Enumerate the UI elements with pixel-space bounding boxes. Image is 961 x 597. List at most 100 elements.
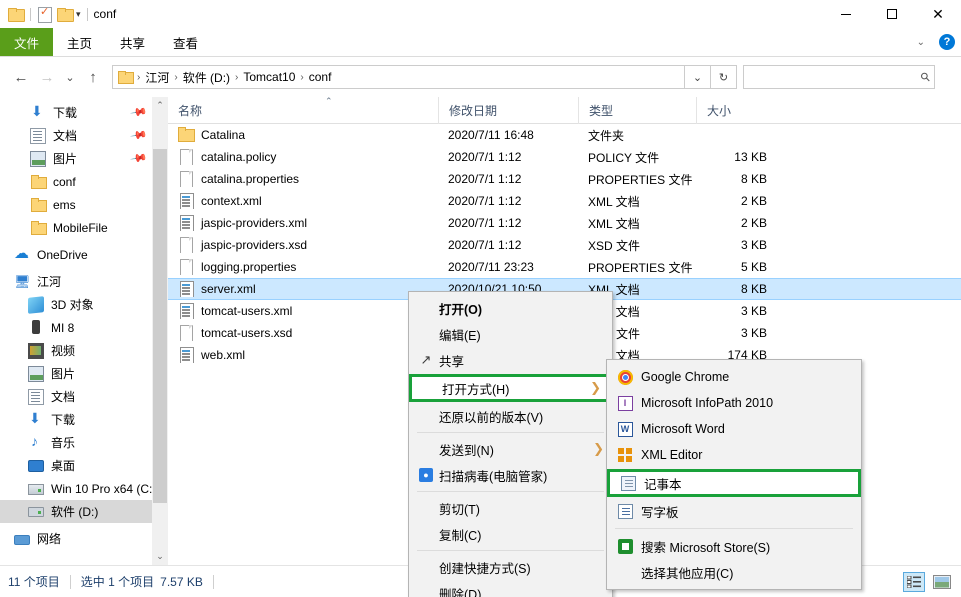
chevron-down-icon[interactable]: ▾ bbox=[76, 9, 81, 20]
sidebar-item-ems[interactable]: ems bbox=[0, 193, 168, 216]
table-row[interactable]: catalina.policy 2020/7/1 1:12 POLICY 文件 … bbox=[168, 146, 961, 168]
context-menu-item-send-to[interactable]: 发送到(N) ❯ bbox=[409, 436, 612, 462]
submenu-item-label: 写字板 bbox=[641, 505, 679, 520]
context-menu-item-label: 打开方式(H) bbox=[442, 382, 510, 397]
context-menu-item-open-with[interactable]: 打开方式(H) ❯ bbox=[409, 374, 612, 402]
context-menu-item-share[interactable]: ↗ 共享 bbox=[409, 347, 612, 373]
sidebar-item-network[interactable]: 网络 bbox=[0, 527, 168, 550]
breadcrumb-folder-icon bbox=[118, 70, 134, 84]
breadcrumb[interactable]: › 江河 › 软件 (D:) › Tomcat10 › conf bbox=[112, 65, 685, 89]
sidebar-item-downloads-quick[interactable]: 下载 📌 bbox=[0, 101, 168, 124]
context-menu-item-open[interactable]: 打开(O) bbox=[409, 295, 612, 321]
close-button[interactable]: ✕ bbox=[915, 0, 961, 28]
breadcrumb-item-0[interactable]: 江河 bbox=[142, 69, 172, 86]
sidebar-item-this-pc[interactable]: 江河 bbox=[0, 270, 168, 293]
tab-share[interactable]: 共享 bbox=[106, 28, 159, 56]
sidebar-item-drive-c[interactable]: Win 10 Pro x64 (C:) bbox=[0, 477, 168, 500]
submenu-item-wordpad[interactable]: 写字板 bbox=[607, 498, 861, 524]
large-icons-view-button[interactable] bbox=[931, 572, 953, 592]
minimize-button[interactable] bbox=[823, 0, 869, 28]
breadcrumb-item-2[interactable]: Tomcat10 bbox=[240, 70, 298, 84]
table-row[interactable]: jaspic-providers.xsd 2020/7/1 1:12 XSD 文… bbox=[168, 234, 961, 256]
sidebar-item-conf[interactable]: conf bbox=[0, 170, 168, 193]
breadcrumb-item-3[interactable]: conf bbox=[306, 70, 335, 84]
sidebar-item-downloads[interactable]: 下载 bbox=[0, 408, 168, 431]
title-bar: ▾ conf ✕ bbox=[0, 0, 961, 28]
sidebar-item-label: 3D 对象 bbox=[51, 298, 94, 312]
pin-icon[interactable]: 📌 bbox=[130, 149, 149, 168]
up-button[interactable]: ↑ bbox=[80, 64, 106, 90]
column-header-type[interactable]: 类型 bbox=[578, 96, 696, 124]
table-row[interactable]: Catalina 2020/7/11 16:48 文件夹 bbox=[168, 124, 961, 146]
document-icon bbox=[30, 127, 47, 144]
table-row[interactable]: catalina.properties 2020/7/1 1:12 PROPER… bbox=[168, 168, 961, 190]
column-header-date[interactable]: 修改日期 bbox=[438, 96, 578, 124]
column-header-name[interactable]: 名称 ⌃ bbox=[168, 96, 438, 124]
address-bar: ← → ⌄ ↑ › 江河 › 软件 (D:) › Tomcat10 › conf… bbox=[0, 57, 961, 97]
search-input[interactable] bbox=[748, 69, 922, 85]
refresh-button[interactable]: ↻ bbox=[711, 65, 737, 89]
sidebar-item-drive-d[interactable]: 软件 (D:) bbox=[0, 500, 168, 523]
submenu-item-xml-editor[interactable]: XML Editor bbox=[607, 442, 861, 468]
context-menu-item-delete[interactable]: 删除(D) bbox=[409, 580, 612, 597]
pictures-icon bbox=[30, 150, 47, 167]
context-menu-item-edit[interactable]: 编辑(E) bbox=[409, 321, 612, 347]
maximize-button[interactable] bbox=[869, 0, 915, 28]
folder-icon bbox=[30, 197, 47, 213]
breadcrumb-item-1[interactable]: 软件 (D:) bbox=[180, 69, 233, 86]
chevron-down-icon[interactable]: ⌄ bbox=[913, 37, 929, 48]
back-button[interactable]: ← bbox=[8, 64, 34, 90]
submenu-item-choose-another-app[interactable]: 选择其他应用(C) bbox=[607, 559, 861, 585]
table-row[interactable]: jaspic-providers.xml 2020/7/1 1:12 XML 文… bbox=[168, 212, 961, 234]
scrollbar-thumb[interactable] bbox=[153, 149, 167, 503]
tab-file[interactable]: 文件 bbox=[0, 28, 54, 56]
infopath-icon: I bbox=[615, 395, 635, 411]
file-name-label: web.xml bbox=[201, 348, 246, 362]
file-date-cell: 2020/7/1 1:12 bbox=[448, 216, 522, 230]
sidebar-item-onedrive[interactable]: OneDrive bbox=[0, 243, 168, 266]
sidebar-item-mi8[interactable]: MI 8 bbox=[0, 316, 168, 339]
context-menu-item-scan-virus[interactable]: ● 扫描病毒(电脑管家) bbox=[409, 462, 612, 488]
properties-icon[interactable] bbox=[37, 5, 52, 23]
details-view-button[interactable] bbox=[903, 572, 925, 592]
sidebar-item-pictures[interactable]: 图片 bbox=[0, 362, 168, 385]
navigation-scrollbar[interactable]: ⌃ ⌄ bbox=[152, 97, 168, 565]
submenu-item-microsoft-word[interactable]: W Microsoft Word bbox=[607, 416, 861, 442]
sidebar-item-label: 下载 bbox=[53, 106, 78, 120]
forward-button[interactable]: → bbox=[34, 64, 60, 90]
sidebar-item-videos[interactable]: 视频 bbox=[0, 339, 168, 362]
search-box[interactable]: ⚲ bbox=[743, 65, 935, 89]
sidebar-item-pictures-quick[interactable]: 图片 📌 bbox=[0, 147, 168, 170]
sidebar-item-desktop[interactable]: 桌面 bbox=[0, 454, 168, 477]
recent-locations-button[interactable]: ⌄ bbox=[60, 64, 80, 90]
sidebar-item-documents-quick[interactable]: 文档 📌 bbox=[0, 124, 168, 147]
file-size-cell: 3 KB bbox=[740, 238, 767, 252]
address-dropdown-button[interactable]: ⌄ bbox=[685, 65, 711, 89]
scroll-down-arrow-icon[interactable]: ⌄ bbox=[152, 548, 168, 565]
submenu-item-microsoft-infopath[interactable]: I Microsoft InfoPath 2010 bbox=[607, 390, 861, 416]
notepad-icon bbox=[618, 475, 638, 491]
column-header-size[interactable]: 大小 bbox=[696, 96, 775, 124]
context-menu-item-cut[interactable]: 剪切(T) bbox=[409, 495, 612, 521]
new-folder-icon[interactable] bbox=[57, 7, 74, 22]
submenu-item-google-chrome[interactable]: Google Chrome bbox=[607, 364, 861, 390]
table-row[interactable]: context.xml 2020/7/1 1:12 XML 文档 2 KB bbox=[168, 190, 961, 212]
context-menu-item-restore-previous[interactable]: 还原以前的版本(V) bbox=[409, 403, 612, 429]
table-row[interactable]: logging.properties 2020/7/11 23:23 PROPE… bbox=[168, 256, 961, 278]
context-menu-item-copy[interactable]: 复制(C) bbox=[409, 521, 612, 547]
tab-view[interactable]: 查看 bbox=[159, 28, 212, 56]
sidebar-item-documents[interactable]: 文档 bbox=[0, 385, 168, 408]
pin-icon[interactable]: 📌 bbox=[130, 103, 149, 122]
sidebar-item-3d-objects[interactable]: 3D 对象 bbox=[0, 293, 168, 316]
file-type-cell: XSD 文件 bbox=[588, 238, 641, 253]
sidebar-item-mobilefile[interactable]: MobileFile bbox=[0, 216, 168, 239]
scroll-up-arrow-icon[interactable]: ⌃ bbox=[152, 97, 168, 114]
submenu-item-search-store[interactable]: 搜索 Microsoft Store(S) bbox=[607, 533, 861, 559]
help-icon[interactable]: ? bbox=[939, 34, 955, 50]
context-menu-item-create-shortcut[interactable]: 创建快捷方式(S) bbox=[409, 554, 612, 580]
folder-icon[interactable] bbox=[8, 7, 25, 22]
tab-home[interactable]: 主页 bbox=[53, 28, 106, 56]
pin-icon[interactable]: 📌 bbox=[130, 126, 149, 145]
submenu-item-notepad[interactable]: 记事本 bbox=[607, 469, 861, 497]
sidebar-item-music[interactable]: 音乐 bbox=[0, 431, 168, 454]
